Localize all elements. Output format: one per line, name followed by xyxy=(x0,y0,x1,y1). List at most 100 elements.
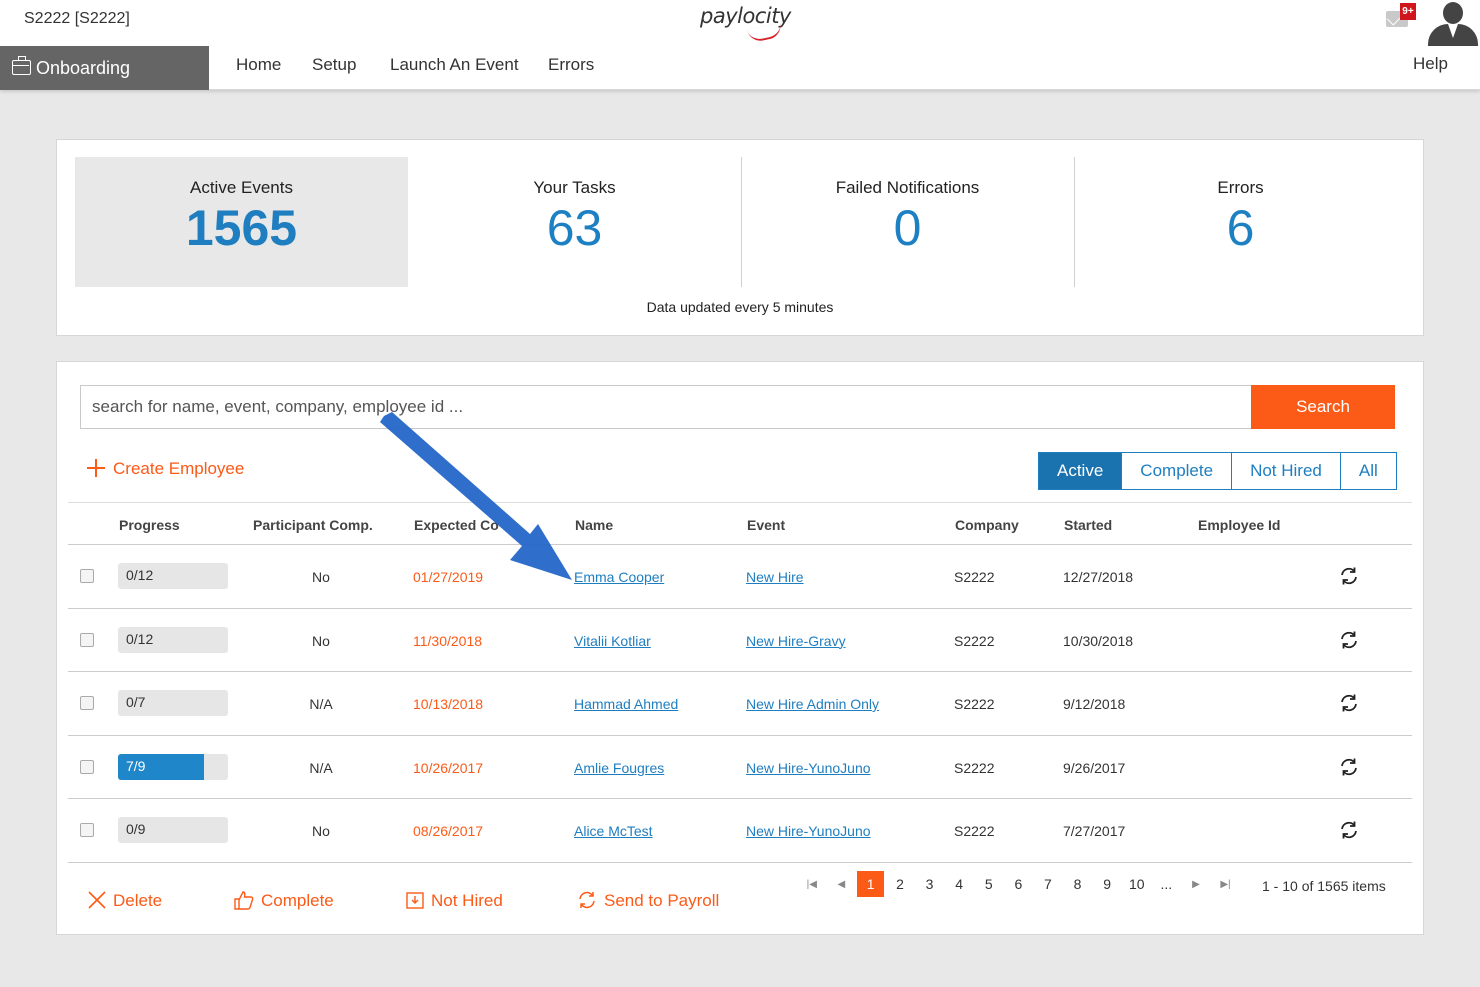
search-button[interactable]: Search xyxy=(1251,385,1395,429)
filter-complete[interactable]: Complete xyxy=(1121,452,1233,490)
plus-icon xyxy=(87,459,105,477)
progress-bar: 7/9 xyxy=(118,753,228,780)
event-link[interactable]: New Hire-YunoJuno xyxy=(746,823,871,839)
delete-action[interactable]: Delete xyxy=(87,890,162,911)
expected-completion-cell: 10/13/2018 xyxy=(413,696,484,712)
stat-your-tasks[interactable]: Your Tasks 63 xyxy=(408,157,741,287)
page-number[interactable]: 7 xyxy=(1033,876,1063,892)
event-link[interactable]: New Hire Admin Only xyxy=(746,696,879,712)
sync-icon[interactable] xyxy=(1338,629,1360,651)
filter-all[interactable]: All xyxy=(1339,452,1397,490)
stats-panel: Active Events 1565 Your Tasks 63 Failed … xyxy=(56,139,1424,336)
page-number[interactable]: 4 xyxy=(944,876,974,892)
send-to-payroll-action[interactable]: Send to Payroll xyxy=(576,890,719,911)
progress-text: 0/12 xyxy=(126,567,154,583)
stat-label: Your Tasks xyxy=(533,178,616,197)
header-company[interactable]: Company xyxy=(955,517,1019,533)
progress-bar: 0/12 xyxy=(118,563,228,589)
stat-value: 63 xyxy=(546,200,603,256)
sync-icon[interactable] xyxy=(1338,692,1360,714)
page-number[interactable]: 2 xyxy=(885,876,915,892)
stat-value: 1565 xyxy=(185,200,298,256)
events-table: Progress Participant Comp. Expected Co N… xyxy=(68,502,1412,863)
row-checkbox[interactable] xyxy=(80,759,94,774)
participant-comp-cell: N/A xyxy=(309,759,333,776)
sync-icon[interactable] xyxy=(1338,819,1360,841)
delete-label: Delete xyxy=(113,891,163,910)
page-number[interactable]: 5 xyxy=(974,876,1004,892)
participant-comp-cell: No xyxy=(312,823,330,839)
company-cell: S2222 xyxy=(954,759,995,776)
stat-label: Failed Notifications xyxy=(835,178,980,197)
data-updated-note: Data updated every 5 minutes xyxy=(646,299,834,315)
employee-name-link[interactable]: Alice McTest xyxy=(574,823,653,839)
nav-item-errors[interactable]: Errors xyxy=(548,46,594,84)
sync-icon[interactable] xyxy=(1338,565,1360,587)
help-link[interactable]: Help xyxy=(1413,46,1448,82)
nav-item-launch-an-event[interactable]: Launch An Event xyxy=(390,46,519,84)
event-link[interactable]: New Hire-YunoJuno xyxy=(746,760,871,776)
event-link[interactable]: New Hire xyxy=(746,569,804,585)
progress-text: 0/12 xyxy=(126,630,154,647)
stat-label: Errors xyxy=(1217,178,1264,197)
onboarding-module-button[interactable]: Onboarding xyxy=(0,46,209,90)
user-avatar-icon[interactable] xyxy=(1426,0,1480,46)
briefcase-icon xyxy=(12,56,31,75)
employee-name-link[interactable]: Vitalii Kotliar xyxy=(574,633,651,649)
row-checkbox[interactable] xyxy=(80,823,94,837)
header-employee-id[interactable]: Employee Id xyxy=(1198,517,1280,533)
filter-not-hired[interactable]: Not Hired xyxy=(1231,452,1341,490)
row-checkbox[interactable] xyxy=(80,569,94,583)
filter-active[interactable]: Active xyxy=(1038,452,1123,490)
event-link[interactable]: New Hire-Gravy xyxy=(746,633,846,649)
send-to-payroll-label: Send to Payroll xyxy=(604,891,720,910)
employee-name-link[interactable]: Amlie Fougres xyxy=(574,760,664,776)
row-checkbox[interactable] xyxy=(80,696,94,710)
started-cell: 9/12/2018 xyxy=(1063,696,1126,712)
employee-name-link[interactable]: Hammad Ahmed xyxy=(574,696,678,712)
header-started[interactable]: Started xyxy=(1064,517,1112,533)
page-ellipsis[interactable]: ... xyxy=(1152,876,1182,892)
pagination-summary: 1 - 10 of 1565 items xyxy=(1262,878,1386,894)
page-number[interactable]: 3 xyxy=(915,876,945,892)
top-bar: S2222 [S2222] paylocity 9+ xyxy=(0,0,1480,46)
header-event[interactable]: Event xyxy=(747,517,785,533)
header-progress[interactable]: Progress xyxy=(119,517,180,533)
not-hired-action[interactable]: Not Hired xyxy=(405,890,503,911)
page-number[interactable]: 9 xyxy=(1092,876,1122,892)
row-checkbox[interactable] xyxy=(80,632,94,647)
last-page-icon[interactable]: ▶| xyxy=(1211,879,1241,890)
participant-comp-cell: No xyxy=(312,569,330,585)
participant-comp-cell: N/A xyxy=(309,696,333,712)
progress-text: 0/7 xyxy=(126,694,146,710)
prev-page-icon[interactable]: ◀ xyxy=(827,879,857,890)
header-participant-comp[interactable]: Participant Comp. xyxy=(253,517,373,533)
header-expected-completion[interactable]: Expected Co xyxy=(414,517,499,533)
stat-errors[interactable]: Errors 6 xyxy=(1074,157,1407,287)
first-page-icon[interactable]: |◀ xyxy=(797,879,827,890)
events-panel: Search Create Employee Active Complete N… xyxy=(56,361,1424,935)
started-cell: 10/30/2018 xyxy=(1063,632,1134,649)
header-name[interactable]: Name xyxy=(575,517,613,533)
search-input[interactable] xyxy=(80,385,1254,429)
complete-action[interactable]: Complete xyxy=(233,890,334,911)
nav-item-setup[interactable]: Setup xyxy=(312,46,356,84)
page-number[interactable]: 1 xyxy=(857,871,885,897)
expected-completion-cell: 08/26/2017 xyxy=(413,823,484,839)
nav-item-home[interactable]: Home xyxy=(236,46,281,84)
stat-value: 6 xyxy=(1226,200,1255,256)
stat-failed-notifications[interactable]: Failed Notifications 0 xyxy=(741,157,1074,287)
page-number[interactable]: 10 xyxy=(1122,876,1152,892)
employee-name-link[interactable]: Emma Cooper xyxy=(574,569,664,585)
download-box-icon xyxy=(406,892,424,909)
table-row: 0/12 No 01/27/2019 Emma Cooper New Hire … xyxy=(68,545,1412,609)
company-label: S2222 [S2222] xyxy=(24,10,130,27)
sync-icon[interactable] xyxy=(1338,756,1360,778)
page-number[interactable]: 8 xyxy=(1063,876,1093,892)
notification-badge[interactable]: 9+ xyxy=(1400,3,1416,20)
page-number[interactable]: 6 xyxy=(1004,876,1034,892)
stat-active-events[interactable]: Active Events 1565 xyxy=(75,157,408,287)
create-employee-button[interactable]: Create Employee xyxy=(87,459,244,479)
expected-completion-cell: 10/26/2017 xyxy=(413,759,484,776)
next-page-icon[interactable]: ▶ xyxy=(1181,879,1211,890)
